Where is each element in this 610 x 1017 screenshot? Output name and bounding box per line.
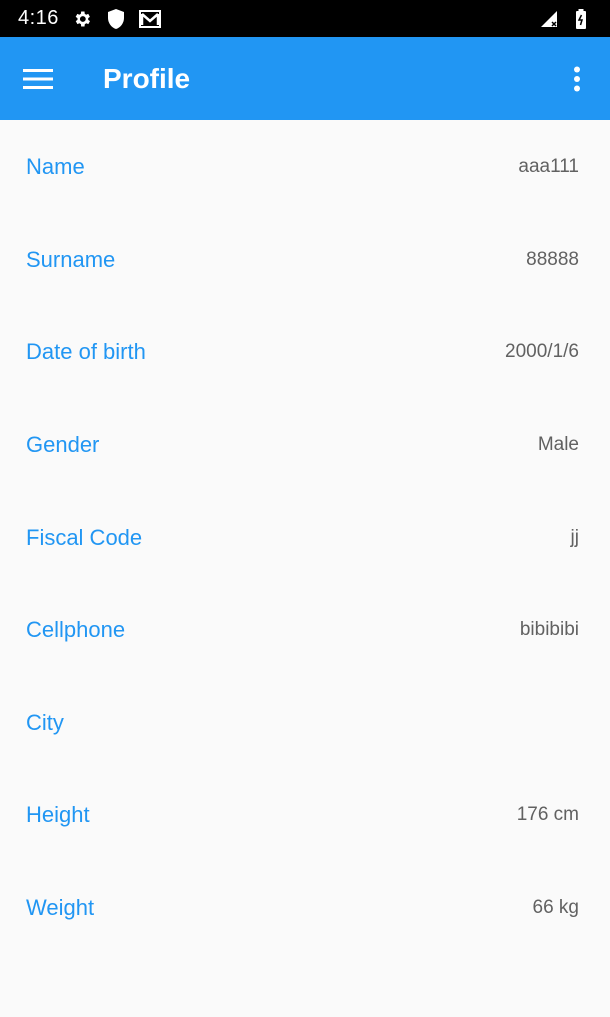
profile-row-cellphone[interactable]: Cellphone bibibibi bbox=[0, 584, 610, 677]
profile-row-fiscal-code[interactable]: Fiscal Code jj bbox=[0, 491, 610, 584]
status-bar: 4:16 bbox=[0, 0, 610, 37]
status-left: 4:16 bbox=[18, 7, 161, 30]
shield-icon bbox=[105, 8, 127, 30]
field-label: Fiscal Code bbox=[26, 524, 143, 550]
gear-icon bbox=[71, 8, 93, 30]
field-value: aaa111 bbox=[518, 156, 579, 178]
app-bar: Profile bbox=[0, 37, 610, 120]
profile-row-name[interactable]: Name aaa111 bbox=[0, 121, 610, 214]
field-label: Gender bbox=[26, 432, 100, 458]
status-time: 4:16 bbox=[18, 7, 59, 29]
field-value: Male bbox=[537, 434, 579, 456]
page-title: Profile bbox=[103, 62, 191, 94]
field-value: jj bbox=[570, 526, 579, 548]
field-label: Name bbox=[26, 154, 85, 180]
field-value: 66 kg bbox=[532, 897, 579, 919]
profile-row-date-of-birth[interactable]: Date of birth 2000/1/6 bbox=[0, 306, 610, 399]
field-label: Surname bbox=[26, 246, 116, 272]
field-value: 2000/1/6 bbox=[505, 341, 579, 363]
more-vert-icon[interactable] bbox=[562, 37, 592, 120]
field-value: bibibibi bbox=[519, 619, 579, 641]
battery-icon bbox=[570, 8, 592, 30]
hamburger-menu-icon[interactable] bbox=[0, 37, 76, 120]
profile-list: Name aaa111 Surname 88888 Date of birth … bbox=[0, 121, 610, 954]
field-label: Weight bbox=[26, 895, 95, 921]
field-value: 88888 bbox=[526, 248, 579, 270]
profile-row-height[interactable]: Height 176 cm bbox=[0, 769, 610, 862]
field-value: 176 cm bbox=[516, 804, 579, 826]
signal-icon bbox=[538, 8, 560, 30]
field-label: Cellphone bbox=[26, 617, 126, 643]
field-label: Height bbox=[26, 802, 90, 828]
gmail-icon bbox=[138, 8, 161, 30]
field-label: Date of birth bbox=[26, 339, 146, 365]
field-label: City bbox=[26, 709, 64, 735]
profile-row-surname[interactable]: Surname 88888 bbox=[0, 214, 610, 307]
profile-row-gender[interactable]: Gender Male bbox=[0, 399, 610, 492]
profile-row-city[interactable]: City bbox=[0, 677, 610, 770]
profile-row-weight[interactable]: Weight 66 kg bbox=[0, 862, 610, 955]
status-right bbox=[538, 8, 592, 30]
